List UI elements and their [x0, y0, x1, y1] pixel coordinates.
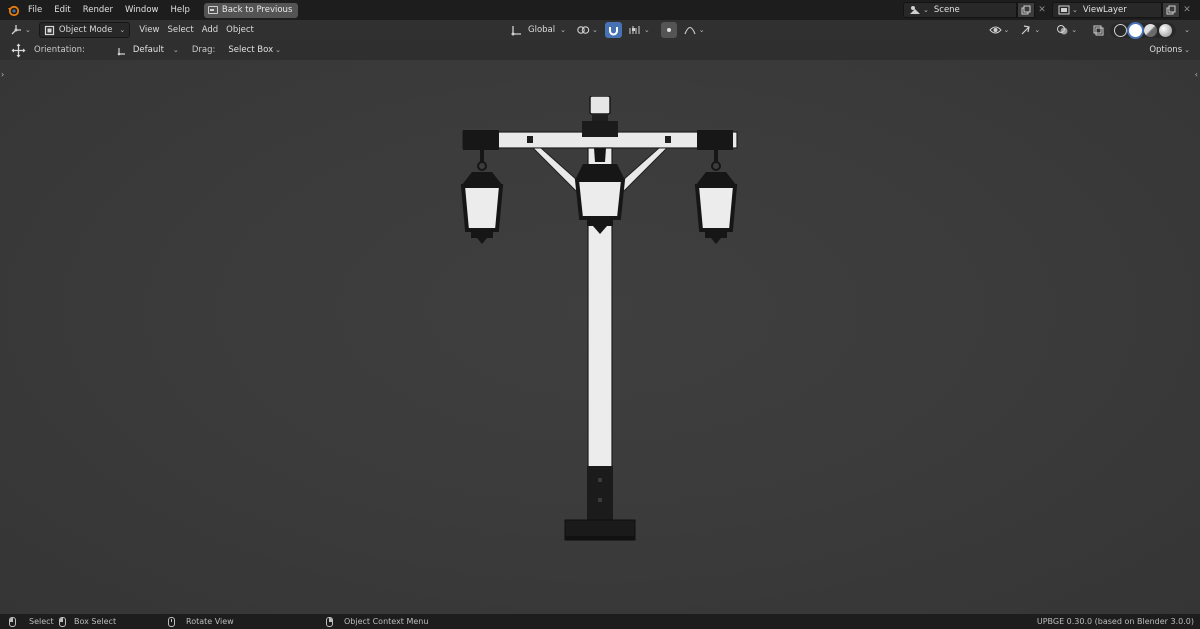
- header-menu-object[interactable]: Object: [222, 22, 258, 38]
- viewport-display-tools: ⌄ ⌄ ⌄ ⌄: [985, 22, 1195, 38]
- mouse-middle-icon: [168, 616, 175, 627]
- material-shading-icon[interactable]: [1144, 23, 1158, 37]
- pivot-point-dropdown[interactable]: ⌄: [573, 22, 602, 38]
- street-lamp-model: [460, 96, 738, 541]
- orientation-global-icon: [511, 26, 521, 36]
- object-mode-icon: [44, 25, 54, 35]
- menu-render[interactable]: Render: [77, 0, 119, 20]
- status-box-select-hint: Box Select: [59, 614, 116, 629]
- snap-increment-icon: [629, 26, 640, 34]
- menu-help[interactable]: Help: [164, 0, 195, 20]
- shading-modes: [1110, 22, 1177, 38]
- version-info: UPBGE 0.30.0 (based on Blender 3.0.0): [1036, 617, 1194, 626]
- eye-icon: [988, 26, 1002, 34]
- status-select-hint: Select: [9, 614, 54, 629]
- shading-options-dropdown[interactable]: ⌄: [1178, 22, 1194, 38]
- options-label: Options: [1149, 45, 1183, 55]
- duplicate-viewlayer-button[interactable]: [1162, 2, 1180, 18]
- visibility-dropdown[interactable]: ⌄: [985, 22, 1014, 38]
- tool-settings-bar: Orientation: Default ⌄ Drag: Select Box …: [0, 40, 1200, 60]
- gizmo-toggle[interactable]: ⌄: [1015, 22, 1044, 38]
- orientation-dropdown[interactable]: Default ⌄: [112, 43, 184, 58]
- transform-tools: Global ⌄ ⌄ ⌄ ⌄: [507, 22, 709, 38]
- solid-shading-icon[interactable]: [1129, 23, 1143, 37]
- header-menu-add[interactable]: Add: [198, 22, 222, 38]
- drag-label: Drag:: [191, 45, 216, 55]
- falloff-curve-icon: [684, 26, 696, 35]
- menu-window[interactable]: Window: [119, 0, 165, 20]
- 3d-viewport[interactable]: › ‹: [0, 60, 1200, 614]
- drag-dropdown[interactable]: Select Box ⌄: [223, 43, 286, 58]
- screen-back-icon: [207, 6, 218, 14]
- viewlayer-field[interactable]: ⌄ ViewLayer: [1052, 2, 1162, 18]
- transform-gizmo-icon[interactable]: [10, 43, 26, 58]
- mode-label: Object Mode: [58, 25, 113, 35]
- options-dropdown[interactable]: Options ⌄: [1145, 42, 1194, 58]
- mouse-left-icon: [9, 616, 16, 627]
- mouse-right-icon: [326, 616, 333, 627]
- orientation-value: Default: [132, 45, 164, 55]
- gizmo-icon: [1021, 25, 1031, 35]
- transform-orientation-dropdown[interactable]: Global ⌄: [507, 22, 570, 38]
- viewlayer-selector: ⌄ ViewLayer ✕: [1052, 2, 1194, 18]
- proportional-edit-icon: [666, 28, 671, 32]
- viewport-header: ⌄ Object Mode ⌄ View Select Add Object G…: [0, 20, 1200, 40]
- scene-field[interactable]: ⌄ Scene: [903, 2, 1017, 18]
- proportional-edit-toggle[interactable]: [660, 22, 677, 38]
- toolbar-expand-arrow[interactable]: ›: [1, 70, 4, 79]
- wireframe-shading-icon[interactable]: [1114, 23, 1128, 37]
- xray-toggle[interactable]: [1089, 22, 1108, 38]
- menu-file[interactable]: File: [22, 0, 48, 20]
- lamp-top-cap: [589, 96, 611, 115]
- rendered-shading-icon[interactable]: [1159, 23, 1173, 37]
- status-rotate-hint: Rotate View: [168, 614, 234, 629]
- editor-type-button[interactable]: ⌄: [6, 22, 35, 38]
- sidebar-expand-arrow[interactable]: ‹: [1195, 70, 1198, 79]
- snap-target-dropdown[interactable]: ⌄: [625, 22, 654, 38]
- remove-viewlayer-button[interactable]: ✕: [1180, 2, 1194, 18]
- blender-logo-icon[interactable]: [4, 0, 22, 20]
- back-to-previous-label: Back to Previous: [221, 5, 293, 15]
- magnet-icon: [608, 26, 618, 35]
- viewlayer-name: ViewLayer: [1082, 5, 1127, 15]
- header-menu-view[interactable]: View: [135, 22, 163, 38]
- status-bar: Select Box Select Rotate View Object Con…: [0, 614, 1200, 629]
- drag-value: Select Box: [228, 45, 274, 55]
- orientation-default-icon: [117, 47, 125, 55]
- back-to-previous-button[interactable]: Back to Previous: [203, 2, 299, 18]
- proportional-falloff-dropdown[interactable]: ⌄: [680, 22, 709, 38]
- viewlayer-icon: [1057, 5, 1071, 15]
- copy-icon: [1021, 5, 1031, 15]
- scene-icon: [908, 5, 922, 15]
- snap-toggle[interactable]: [604, 22, 622, 38]
- 3d-viewport-icon: [11, 25, 21, 35]
- duplicate-scene-button[interactable]: [1017, 2, 1035, 18]
- copy-icon: [1166, 5, 1176, 15]
- remove-scene-button[interactable]: ✕: [1035, 2, 1049, 18]
- overlays-toggle[interactable]: ⌄: [1052, 22, 1081, 38]
- overlays-icon: [1057, 25, 1068, 35]
- scene-name: Scene: [933, 5, 960, 15]
- mode-dropdown[interactable]: Object Mode ⌄: [38, 22, 131, 38]
- transform-orientation-value: Global: [528, 25, 556, 35]
- status-context-menu-hint: Object Context Menu: [326, 614, 428, 629]
- lamp-base-sleeve: [587, 466, 613, 520]
- header-menu-select[interactable]: Select: [163, 22, 197, 38]
- menu-edit[interactable]: Edit: [48, 0, 76, 20]
- pivot-icon: [577, 26, 590, 34]
- mouse-drag-icon: [59, 616, 66, 627]
- scene-selector: ⌄ Scene ✕: [903, 2, 1049, 18]
- orientation-label: Orientation:: [34, 45, 85, 55]
- xray-icon: [1093, 25, 1104, 35]
